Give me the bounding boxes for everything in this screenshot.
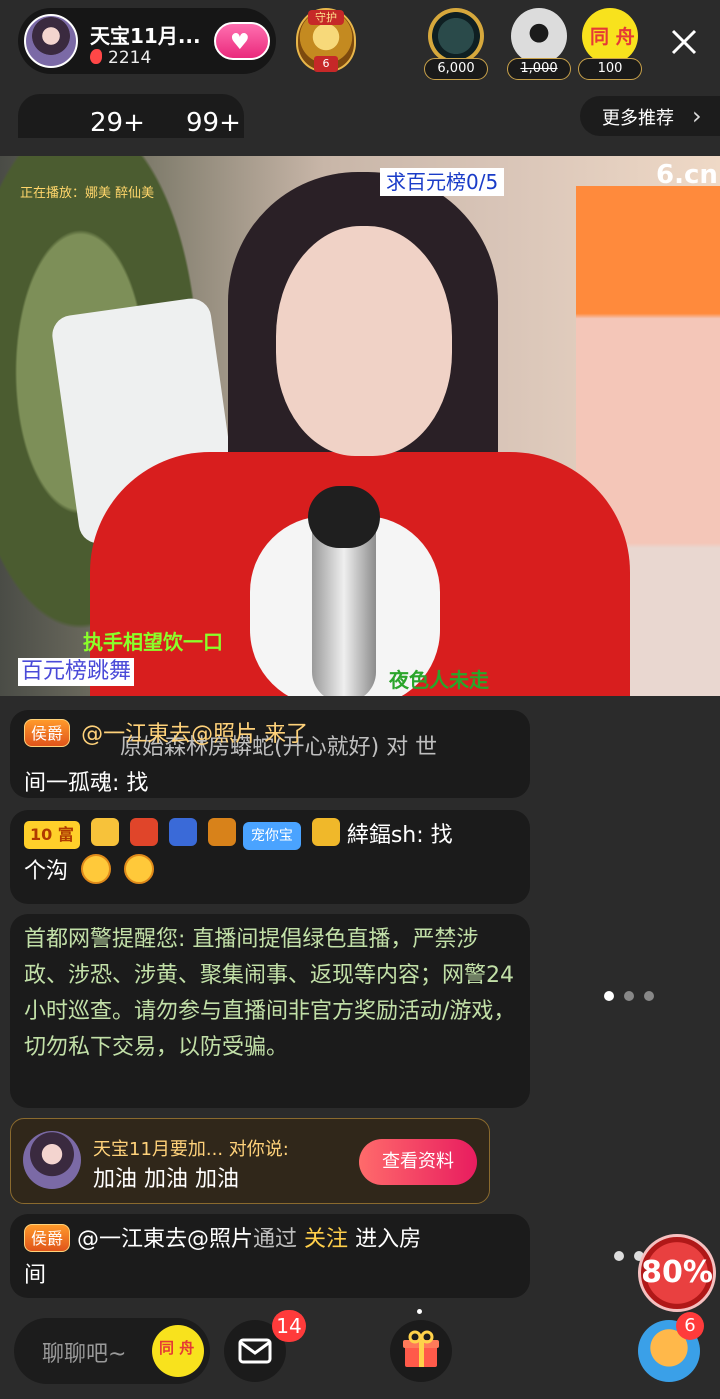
microphone-head [308,486,380,548]
chat-input[interactable]: 聊聊吧~ 同 舟 [14,1318,210,1384]
tongzhou-label: 同 舟 [590,26,635,48]
message-card[interactable]: 天宝11月要加... 对你说: 加油 加油 加油 查看资料 [10,1118,490,1204]
host-name: 天宝11月... [90,24,201,48]
fire-icon [90,49,102,64]
chat-text: 个沟 [24,859,69,884]
entry-banner: 侯爵 @一江東去@照片 来了 [24,716,308,748]
chat-text: 间一孤魂: 找 [24,771,149,796]
chat-text: 通过 [253,1227,298,1252]
chat-message[interactable]: 侯爵 @一江東去@照片通过 关注 进入房 间 [10,1214,530,1298]
chat-user[interactable]: @一江東去@照片 [77,1227,253,1252]
sender-avatar[interactable] [23,1131,81,1189]
guard-label: 守护 [308,10,344,25]
watermark: 6.cn [656,160,718,190]
tongzhou-label: 同 舟 [159,1339,195,1357]
page-indicator [604,986,664,1005]
chevron-right-icon: › [692,102,702,130]
chat-user[interactable]: 緈鍢sh: 找 [347,823,453,848]
follow-heart-button[interactable]: ♥ [214,22,270,60]
guard-badge[interactable]: 守护 6 [292,6,360,74]
entry-user[interactable]: @一江東去@照片 来了 [81,722,308,747]
view-profile-button[interactable]: 查看资料 [359,1139,477,1185]
message-card-title: 天宝11月要加... 对你说: [93,1139,289,1160]
percent-badge[interactable]: 80% [638,1234,716,1312]
tongzhou-avatar: 同 舟 [582,8,638,64]
viewer-amount: 6,000 [424,58,488,80]
heat-value: 2214 [108,48,152,68]
viewer-avatar [511,8,567,64]
top-viewer-1[interactable]: 6,000 [424,8,488,80]
gift-button[interactable] [390,1320,452,1382]
marquis-badge: 侯爵 [24,1224,71,1252]
live-video[interactable]: 正在播放：娜美 醉仙美 求百元榜0/5 6.cn 执手相望饮一口 百元榜跳舞 夜… [0,156,720,696]
top-viewer-2[interactable]: 1,000 [507,8,571,80]
rank-count-right[interactable]: 99+ [186,108,241,138]
gift-notify-dot [417,1309,422,1314]
game-count-badge: 6 [676,1312,704,1340]
marquis-badge: 侯爵 [24,719,71,747]
grin-emoji-icon [81,854,112,884]
gift-icon [403,1330,439,1367]
chat-text: 间 [24,1263,47,1288]
streamer-face [276,226,452,456]
video-caption-2: 百元榜跳舞 [18,658,135,686]
host-info-pill[interactable]: 天宝11月... 2214 ♥ [18,8,276,74]
chat-text: 进入房 [355,1227,422,1252]
hundred-rank-text: 求百元榜0/5 [380,168,505,196]
follow-link[interactable]: 关注 [304,1227,348,1252]
video-caption-3: 夜色人未走 [389,668,489,692]
close-icon[interactable] [664,22,704,62]
system-notice-text: 首都网警提醒您: 直播间提倡绿色直播，严禁涉政、涉恐、涉黄、聚集闹事、返现等内容… [24,927,516,1060]
message-card-text: 加油 加油 加油 [93,1167,239,1192]
grin-emoji-icon [124,854,155,884]
gift-box-badge-icon [129,818,158,846]
cube-badge-icon [168,818,197,846]
ticket-badge-icon [207,818,236,846]
rank-count-left[interactable]: 29+ [90,108,145,138]
viewer-amount: 100 [578,58,642,80]
video-caption-1: 执手相望饮一口 [83,630,223,654]
top-viewer-3[interactable]: 同 舟 100 [578,8,642,80]
viewer-amount: 1,000 [507,58,571,80]
more-recommend-label: 更多推荐 [602,108,674,129]
host-avatar[interactable] [24,14,78,68]
heart-icon: ♥ [230,30,250,55]
guard-count: 6 [314,56,338,72]
star-badge-icon [90,818,119,846]
chat-input-placeholder: 聊聊吧~ [42,1342,127,1367]
host-heat: 2214 [90,48,151,68]
viewer-avatar [428,8,484,64]
tongzhou-button[interactable]: 同 舟 [152,1325,204,1377]
user-card-icon [311,818,340,846]
now-playing-text: 正在播放：娜美 醉仙美 [20,186,155,201]
system-notice: 首都网警提醒您: 直播间提倡绿色直播，严禁涉政、涉恐、涉黄、聚集闹事、返现等内容… [10,914,530,1108]
mail-count-badge: 14 [272,1310,306,1342]
pet-badge: 宠你宝 [242,822,301,850]
chat-message[interactable]: 10 富 宠你宝 緈鍢sh: 找 个沟 [10,810,530,904]
more-recommend-button[interactable]: 更多推荐 › [580,96,720,136]
level-badge: 10 富 [24,821,80,849]
